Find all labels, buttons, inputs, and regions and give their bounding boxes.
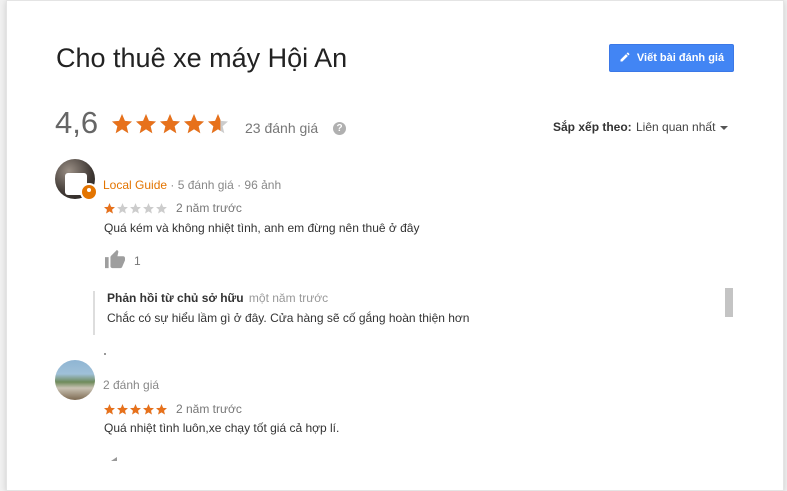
star-filled-icon [143,403,154,414]
review-star-rating [103,202,168,215]
chevron-down-icon [720,126,729,130]
review-date: 2 năm trước [176,402,242,416]
review-count[interactable]: 23 đánh giá [245,120,318,136]
reviewer-meta: Local Guide · 5 đánh giá · 96 ảnh [103,178,281,192]
pencil-icon [619,51,631,66]
sort-value: Liên quan nhất [636,120,716,134]
star-filled-icon [112,114,132,134]
star-empty-icon [130,202,141,213]
write-review-label: Viết bài đánh giá [636,52,725,64]
review-star-rating [103,403,168,416]
star-half-icon [208,114,228,134]
star-empty-icon [117,202,128,213]
local-guide-label[interactable]: Local Guide [103,178,167,192]
avatar[interactable] [55,360,95,400]
average-star-rating [110,112,230,136]
scrollbar-thumb[interactable] [725,288,733,317]
help-icon[interactable]: ? [333,122,346,135]
sort-dropdown[interactable]: Liên quan nhất [636,120,729,134]
star-filled-icon [184,114,204,134]
owner-reply-text: Chắc có sự hiểu lầm gì ở đây. Cửa hàng s… [107,311,470,325]
star-filled-icon [160,114,180,134]
reviews-dialog: Cho thuê xe máy Hội An Viết bài đánh giá… [6,0,784,491]
owner-reply: Phản hồi từ chủ sở hữu một năm trước Chắ… [93,291,469,335]
review-date: 2 năm trước [176,201,242,215]
star-filled-icon [136,114,156,134]
star-empty-icon [143,202,154,213]
thumbs-up-icon [104,249,126,272]
star-filled-icon [156,403,167,414]
reviewer-name-remnant [104,353,106,355]
like-count: 1 [134,253,141,268]
owner-reply-date: một năm trước [248,291,329,305]
review-text: Quá nhiệt tình luôn,xe chạy tốt giá cả h… [104,421,340,435]
review-rating-row: 2 năm trước [103,402,242,416]
star-filled-icon [104,403,115,414]
next-item-remnant [111,448,117,461]
star-filled-icon [117,403,128,414]
star-filled-icon [130,403,141,414]
local-guide-badge-icon [80,183,98,201]
owner-reply-header: Phản hồi từ chủ sở hữu một năm trước [107,291,469,305]
review-rating-row: 2 năm trước [103,201,242,215]
average-rating: 4,6 [55,105,99,140]
star-empty-icon [156,202,167,213]
like-button[interactable]: 1 [104,249,141,272]
sort-label: Sắp xếp theo: [553,120,632,134]
owner-reply-heading: Phản hồi từ chủ sở hữu [107,291,244,305]
write-review-button[interactable]: Viết bài đánh giá [609,44,734,72]
dialog-title: Cho thuê xe máy Hội An [56,43,348,73]
reviewer-stats: 2 đánh giá [103,378,160,392]
review-text: Quá kém và không nhiệt tình, anh em đừng… [104,221,420,235]
reviewer-stats: · 5 đánh giá · 96 ảnh [170,178,282,192]
star-filled-icon [104,202,115,213]
